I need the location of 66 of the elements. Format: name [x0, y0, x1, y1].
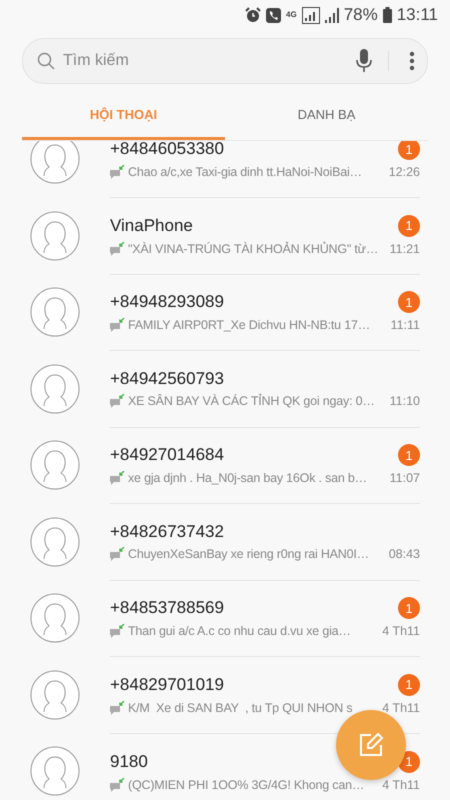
contact-name[interactable]: +84948293089: [110, 292, 224, 312]
incoming-message-icon: [110, 394, 125, 408]
incoming-message-icon: [110, 546, 125, 561]
unread-count: 1: [398, 291, 420, 314]
incoming-message-icon: [110, 242, 125, 256]
message-time: 08:43: [388, 546, 420, 561]
tab[interactable]: DANH BẠ: [225, 92, 428, 140]
signal-icon: [302, 6, 320, 24]
incoming-message-icon: [110, 778, 125, 792]
contact-name[interactable]: +84829701019: [110, 674, 224, 695]
message-time: 4 Th11: [382, 624, 420, 638]
signal-icon: [324, 8, 339, 22]
message-time: 4 Th11: [382, 700, 420, 715]
unread-count: 1: [398, 141, 420, 160]
unread-count: 1: [398, 674, 420, 696]
alarm-icon: [245, 7, 262, 23]
message-preview[interactable]: ChuyenXeSanBay xe rieng r0ng rai HAN0I…: [128, 546, 369, 561]
phone-call-icon: [266, 8, 282, 22]
message-time: 4 Th11: [382, 778, 420, 792]
contact-name[interactable]: +84927014684: [110, 445, 224, 466]
contact-name[interactable]: VinaPhone: [110, 216, 193, 236]
incoming-message-icon: [110, 624, 125, 638]
contact-name[interactable]: +84942560793: [110, 368, 224, 389]
contact-name[interactable]: 9180: [110, 752, 148, 772]
avatar-icon: [30, 287, 80, 338]
avatar-icon: [30, 141, 80, 184]
unread-count: 1: [398, 597, 420, 620]
contact-name[interactable]: +84826737432: [110, 522, 224, 542]
search-bar[interactable]: Tìm kiếm: [22, 38, 428, 84]
incoming-message-icon: [110, 700, 125, 715]
more-options-icon[interactable]: [409, 51, 415, 71]
message-time: 11:11: [390, 318, 420, 332]
incoming-message-icon: [110, 165, 125, 180]
message-preview[interactable]: FAMILY AIRP0RT_Xe Dichvu HN-NB:tu 17…: [128, 318, 370, 332]
message-preview[interactable]: XE SÂN BAY VÀ CÁC TỈNH QK goi ngay: 0…: [128, 394, 375, 408]
avatar-icon: [30, 593, 80, 644]
avatar-icon: [30, 516, 80, 567]
message-time: 11:10: [390, 394, 420, 408]
incoming-message-icon: [110, 471, 125, 486]
message-preview[interactable]: (QC)MIEN PHI 1OO% 3G/4G! Khong can…: [128, 778, 364, 792]
clock: 13:11: [396, 5, 438, 25]
unread-count: 1: [398, 214, 420, 237]
contact-name[interactable]: +84853788569: [110, 598, 224, 618]
microphone-icon[interactable]: [356, 49, 372, 73]
message-preview[interactable]: K/M Xe di SAN BAY , tu Tp QUI NHON s: [128, 700, 352, 715]
compose-icon: [358, 732, 384, 758]
message-time: 11:07: [390, 471, 420, 486]
avatar-icon: [30, 670, 80, 720]
contact-name[interactable]: +84846053380: [110, 141, 224, 160]
message-preview[interactable]: Than gui a/c A.c co nhu cau d.vu xe gia…: [128, 624, 351, 638]
battery-icon: [382, 7, 392, 23]
message-time: 11:21: [390, 242, 420, 256]
message-preview[interactable]: Chao a/c,xe Taxi-gia dinh tt.HaNoi-NoiBai…: [128, 165, 362, 180]
network-type-label: 4G: [286, 11, 297, 19]
avatar-icon: [30, 210, 80, 261]
avatar-icon: [30, 364, 80, 414]
search-icon: [37, 52, 55, 70]
battery-percent: 78%: [344, 5, 378, 25]
message-preview[interactable]: xe gja djnh . Ha_N0j-san bay 16Ok . san b…: [128, 471, 367, 486]
search-field[interactable]: Tìm kiếm: [61, 51, 350, 71]
avatar-icon: [30, 746, 80, 796]
unread-count: 1: [398, 444, 420, 466]
avatar-icon: [30, 440, 80, 490]
incoming-message-icon: [110, 318, 125, 332]
message-time: 12:26: [388, 165, 420, 180]
message-preview[interactable]: "XÀI VINA-TRÚNG TÀI KHOẢN KHỦNG" từ…: [128, 242, 378, 256]
